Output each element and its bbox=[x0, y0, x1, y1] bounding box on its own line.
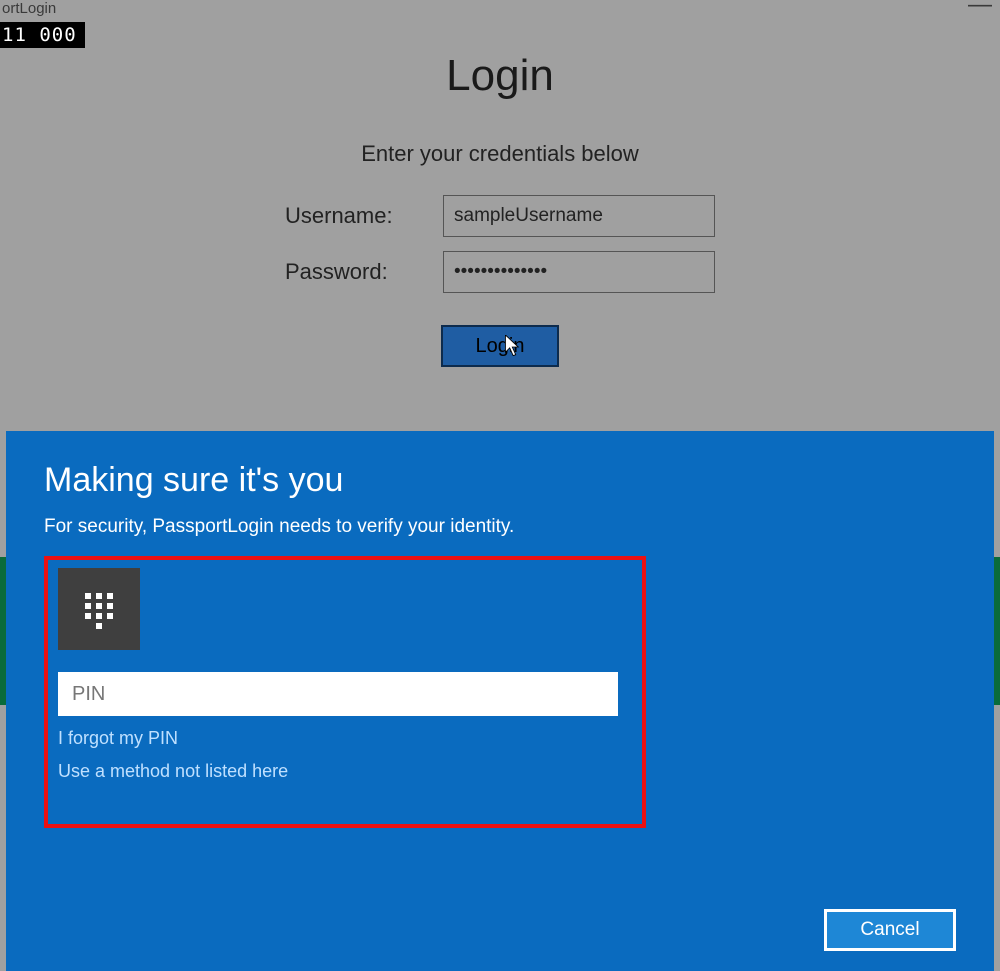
username-row: Username: bbox=[0, 195, 1000, 237]
keypad-glyph bbox=[79, 589, 119, 629]
cancel-button-label: Cancel bbox=[860, 919, 919, 940]
pin-input[interactable] bbox=[58, 672, 618, 716]
username-input[interactable] bbox=[443, 195, 715, 237]
login-heading: Login bbox=[0, 51, 1000, 101]
dialog-title: Making sure it's you bbox=[44, 461, 956, 500]
password-row: Password: bbox=[0, 251, 1000, 293]
login-subheading: Enter your credentials below bbox=[0, 141, 1000, 167]
minimize-icon[interactable]: — bbox=[968, 0, 992, 10]
login-button[interactable]: Login bbox=[441, 325, 559, 367]
password-input[interactable] bbox=[443, 251, 715, 293]
dialog-subtitle: For security, PassportLogin needs to ver… bbox=[44, 516, 956, 538]
other-method-link[interactable]: Use a method not listed here bbox=[58, 761, 632, 782]
login-button-wrap: Login bbox=[441, 307, 559, 367]
keypad-icon[interactable] bbox=[58, 568, 140, 650]
cancel-button[interactable]: Cancel bbox=[824, 909, 956, 951]
cursor-icon bbox=[505, 335, 523, 359]
window-title: ortLogin bbox=[0, 0, 56, 17]
window-titlebar: ortLogin — bbox=[0, 0, 1000, 22]
highlighted-region: I forgot my PIN Use a method not listed … bbox=[44, 556, 646, 828]
password-label: Password: bbox=[285, 259, 425, 285]
verify-identity-dialog: Making sure it's you For security, Passp… bbox=[6, 431, 994, 971]
username-label: Username: bbox=[285, 203, 425, 229]
forgot-pin-link[interactable]: I forgot my PIN bbox=[58, 728, 632, 749]
login-panel: Login Enter your credentials below Usern… bbox=[0, 45, 1000, 367]
dialog-footer: Cancel bbox=[824, 909, 956, 951]
